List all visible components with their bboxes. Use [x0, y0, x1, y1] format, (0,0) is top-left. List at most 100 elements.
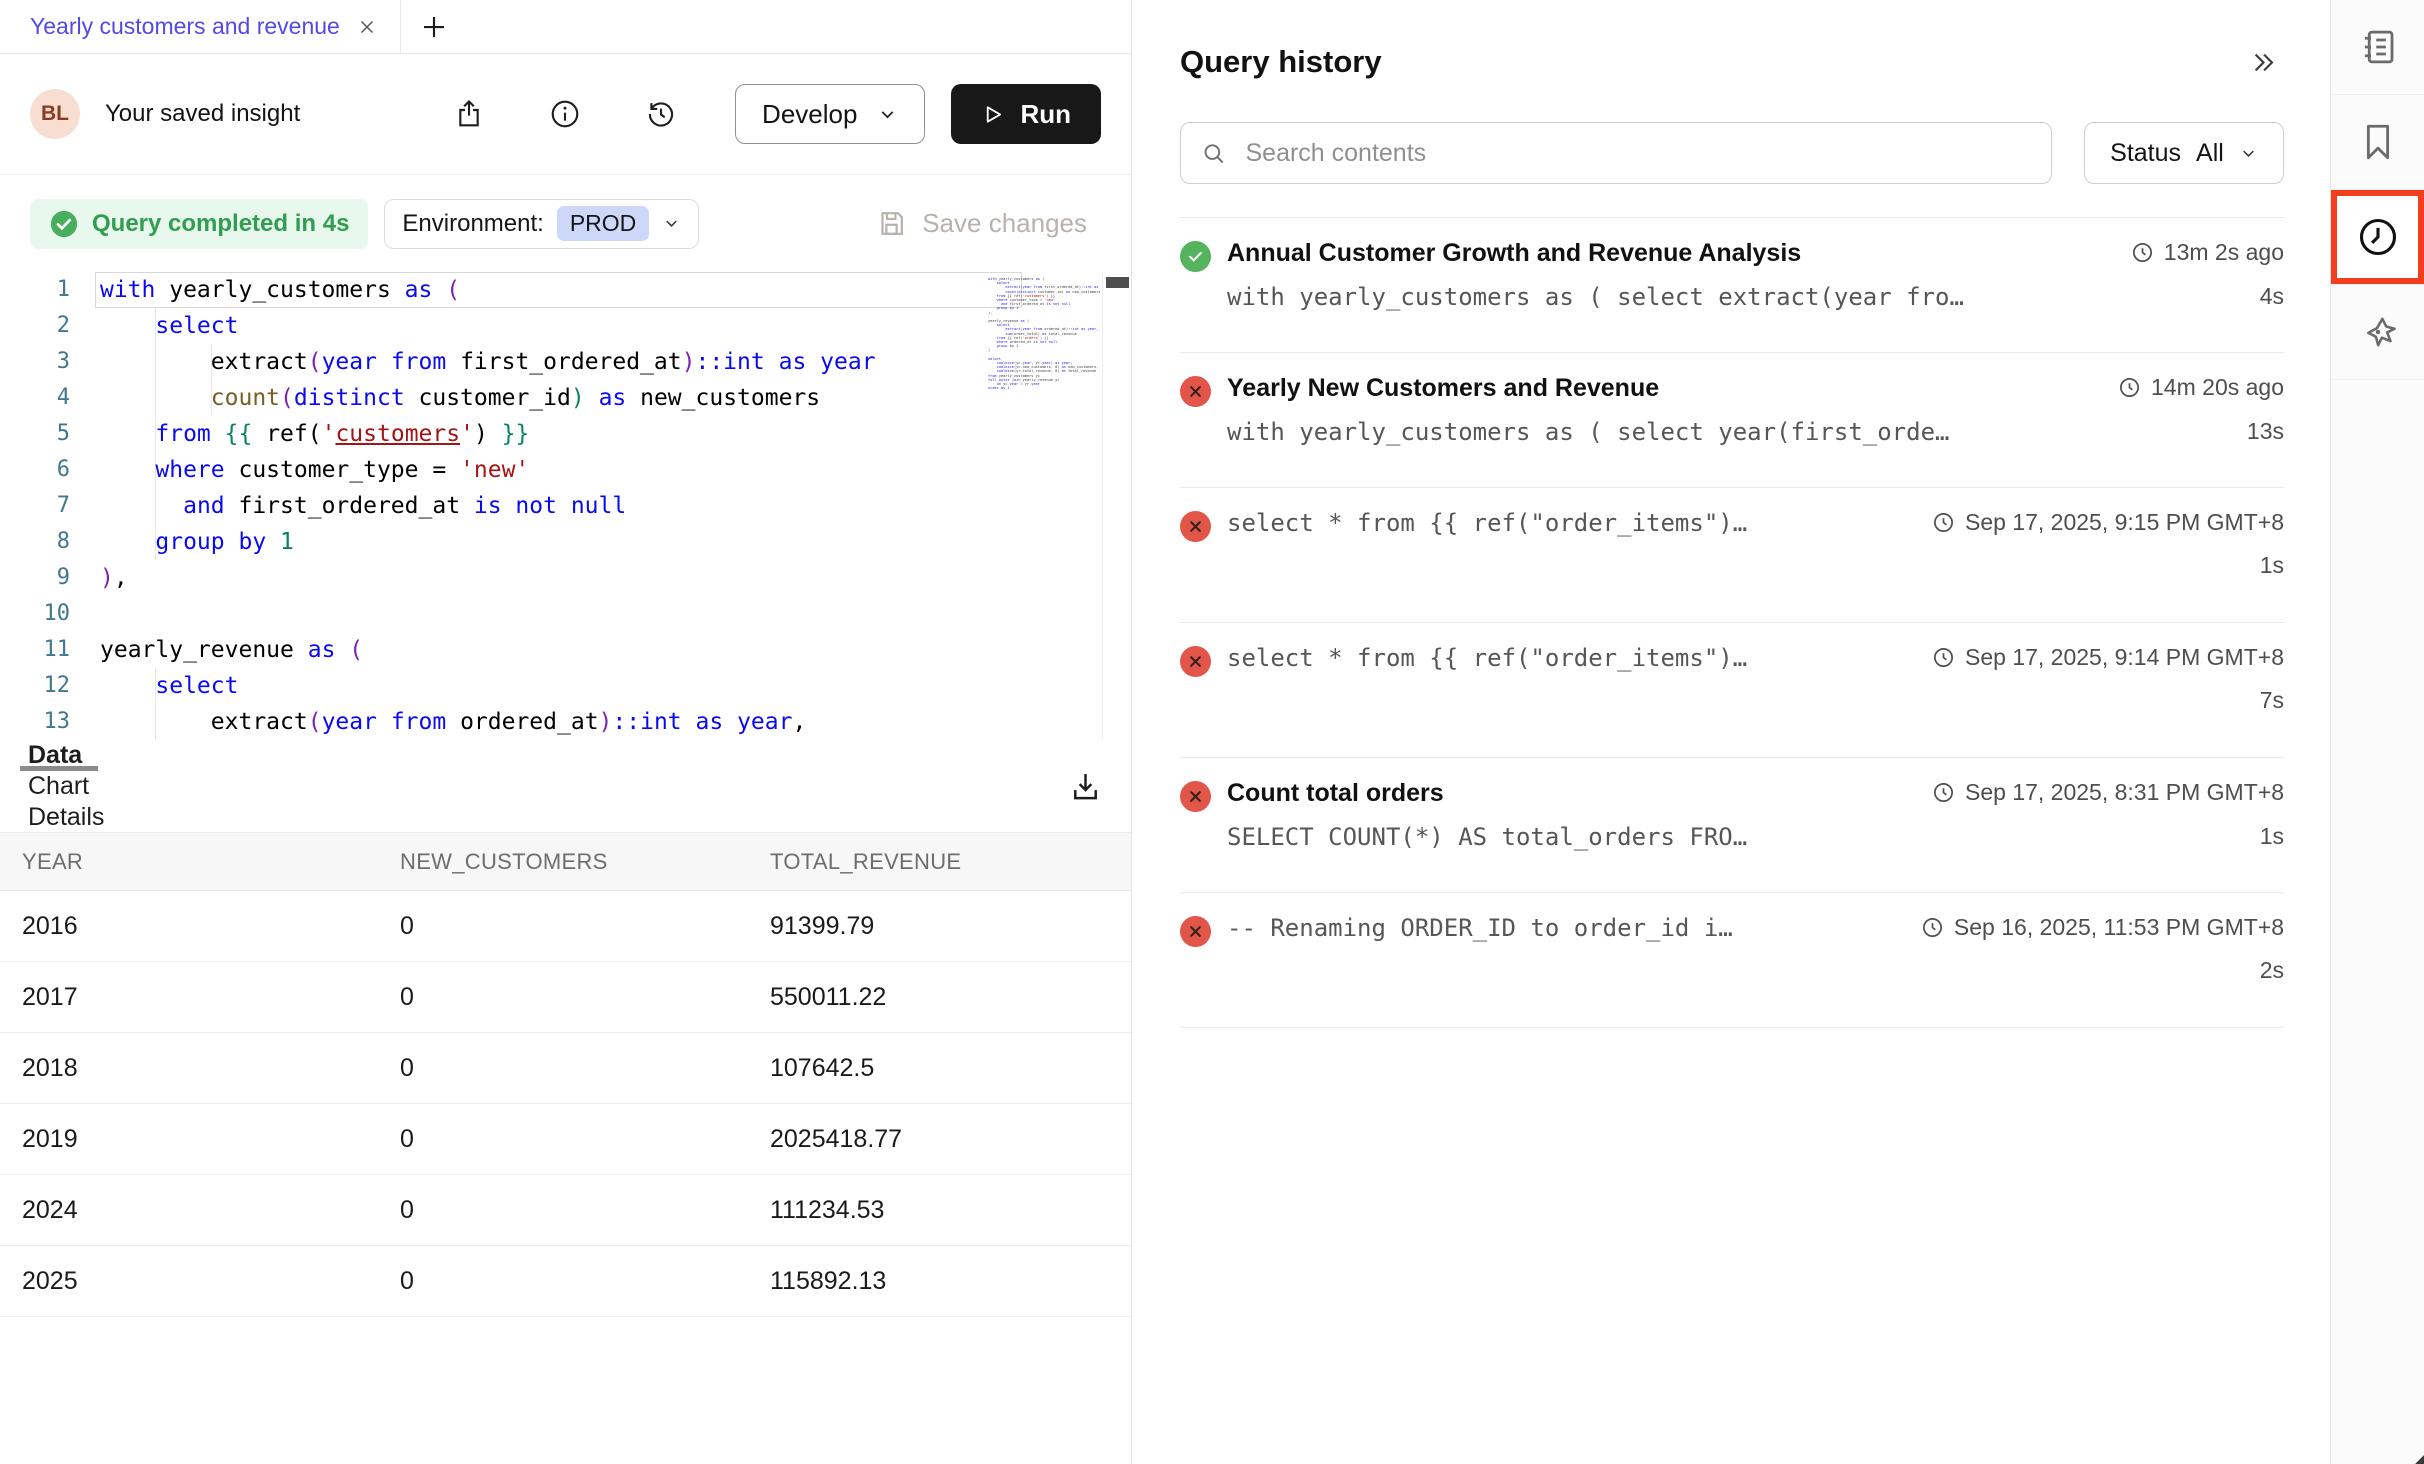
- history-item-title: select * from {{ ref("order_items")…: [1227, 509, 1747, 537]
- develop-button[interactable]: Develop: [735, 84, 925, 144]
- history-item-query-preview: with yearly_customers as ( select extrac…: [1227, 283, 1964, 311]
- results-tab-details[interactable]: Details: [22, 802, 110, 833]
- editor-minimap[interactable]: with yearly_customers as ( select extrac…: [988, 277, 1100, 390]
- scrollbar-handle[interactable]: [1106, 277, 1129, 288]
- environment-select[interactable]: Environment: PROD: [384, 199, 699, 249]
- results-tab-bar: DataChartDetails: [0, 740, 1131, 832]
- check-circle-icon: [49, 209, 79, 239]
- query-history-panel-button[interactable]: [2331, 190, 2424, 285]
- environment-value: PROD: [557, 206, 649, 241]
- table-row[interactable]: 20250115892.13: [0, 1246, 1131, 1317]
- query-history-item[interactable]: Count total ordersSep 17, 2025, 8:31 PM …: [1180, 757, 2284, 892]
- table-row[interactable]: 201902025418.77: [0, 1104, 1131, 1175]
- sql-code-editor[interactable]: 1with yearly_customers as (2 select3 ext…: [0, 272, 1131, 740]
- column-header[interactable]: NEW_CUSTOMERS: [400, 849, 770, 875]
- editor-scrollbar[interactable]: [1102, 272, 1132, 740]
- code-text: count(distinct customer_id) as new_custo…: [100, 380, 820, 416]
- code-line[interactable]: 7 and first_ordered_at is not null: [0, 488, 1131, 524]
- run-button[interactable]: Run: [951, 84, 1101, 144]
- history-item-time: Sep 17, 2025, 9:14 PM GMT+8: [1910, 644, 2284, 671]
- error-status-icon: [1180, 511, 1211, 542]
- column-header[interactable]: YEAR: [22, 849, 400, 875]
- results-table-body: 2016091399.7920170550011.2220180107642.5…: [0, 891, 1131, 1317]
- table-cell: 2016: [22, 912, 400, 941]
- bookmarks-panel-button[interactable]: [2331, 95, 2424, 190]
- history-item-title-row: Yearly New Customers and Revenue14m 20s …: [1227, 374, 2284, 403]
- save-icon: [876, 208, 907, 239]
- history-item-title-row: Annual Customer Growth and Revenue Analy…: [1227, 239, 2284, 268]
- code-line[interactable]: 11yearly_revenue as (: [0, 632, 1131, 668]
- explore-panel-button[interactable]: [2331, 285, 2424, 380]
- search-box[interactable]: [1180, 122, 2052, 184]
- info-button[interactable]: [543, 92, 587, 136]
- table-row[interactable]: 20240111234.53: [0, 1175, 1131, 1246]
- code-line[interactable]: 5 from {{ ref('customers') }}: [0, 416, 1131, 452]
- tab-label: Yearly customers and revenue: [30, 13, 340, 40]
- clock-icon: [2118, 376, 2141, 399]
- clock-icon: [1932, 646, 1955, 669]
- code-line[interactable]: 3 extract(year from first_ordered_at)::i…: [0, 344, 1131, 380]
- search-input[interactable]: [1243, 138, 2031, 169]
- table-row[interactable]: 20170550011.22: [0, 962, 1131, 1033]
- run-label: Run: [1020, 99, 1071, 130]
- tab-yearly-customers-and-revenue[interactable]: Yearly customers and revenue: [0, 0, 400, 53]
- close-icon[interactable]: [356, 16, 378, 38]
- line-number: 13: [0, 704, 100, 740]
- table-cell: 2025418.77: [770, 1125, 1131, 1154]
- query-history-item[interactable]: select * from {{ ref("order_items")… Sep …: [1180, 487, 2284, 622]
- table-row[interactable]: 20180107642.5: [0, 1033, 1131, 1104]
- code-lines: 1with yearly_customers as (2 select3 ext…: [0, 272, 1131, 740]
- history-item-time: Sep 17, 2025, 9:15 PM GMT+8: [1910, 509, 2284, 536]
- share-button[interactable]: [447, 92, 491, 136]
- code-text: where customer_type = 'new': [100, 452, 529, 488]
- table-row[interactable]: 2016091399.79: [0, 891, 1131, 962]
- code-line[interactable]: 10: [0, 596, 1131, 632]
- compass-icon: [2357, 311, 2399, 353]
- code-line[interactable]: 12 select: [0, 668, 1131, 704]
- play-icon: [981, 103, 1004, 126]
- bookmark-icon: [2357, 121, 2399, 163]
- insight-header: BL Your saved insight Develop Run: [0, 54, 1131, 175]
- column-header[interactable]: TOTAL_REVENUE: [770, 849, 1131, 875]
- code-line[interactable]: 2 select: [0, 308, 1131, 344]
- results-tab-data[interactable]: Data: [22, 740, 88, 771]
- status-filter-label: Status: [2110, 139, 2181, 168]
- query-status-row: Query completed in 4s Environment: PROD …: [0, 175, 1131, 272]
- code-line[interactable]: 6 where customer_type = 'new': [0, 452, 1131, 488]
- avatar: BL: [30, 89, 80, 139]
- history-item-query-preview: with yearly_customers as ( select year(f…: [1227, 418, 1949, 446]
- chevron-down-icon: [662, 214, 681, 233]
- query-history-item[interactable]: Annual Customer Growth and Revenue Analy…: [1180, 217, 2284, 352]
- code-line[interactable]: 1with yearly_customers as (: [0, 272, 1131, 308]
- code-text: yearly_revenue as (: [100, 632, 363, 668]
- code-text: and first_ordered_at is not null: [100, 488, 626, 524]
- line-number: 10: [0, 596, 100, 632]
- results-tab-chart[interactable]: Chart: [22, 771, 95, 802]
- code-line[interactable]: 9),: [0, 560, 1131, 596]
- download-results-button[interactable]: [1062, 768, 1109, 805]
- save-changes-button[interactable]: Save changes: [870, 207, 1093, 240]
- query-history-controls: Status All: [1180, 122, 2284, 184]
- save-changes-label: Save changes: [922, 208, 1087, 239]
- version-history-button[interactable]: [639, 92, 683, 136]
- code-line[interactable]: 8 group by 1: [0, 524, 1131, 560]
- query-history-item[interactable]: -- Renaming ORDER_ID to order_id i…Sep 1…: [1180, 892, 2284, 1027]
- collapse-panel-button[interactable]: [2243, 47, 2284, 78]
- minimap-code: with yearly_customers as ( select extrac…: [988, 277, 1100, 390]
- clock-icon: [2356, 215, 2400, 259]
- notebook-panel-button[interactable]: [2331, 0, 2424, 95]
- code-line[interactable]: 4 count(distinct customer_id) as new_cus…: [0, 380, 1131, 416]
- develop-label: Develop: [762, 99, 857, 130]
- code-line[interactable]: 13 extract(year from ordered_at)::int as…: [0, 704, 1131, 740]
- clock-icon: [1932, 511, 1955, 534]
- line-number: 12: [0, 668, 100, 704]
- line-number: 4: [0, 380, 100, 416]
- resize-corner[interactable]: [2411, 1451, 2424, 1464]
- history-item-title-row: -- Renaming ORDER_ID to order_id i…Sep 1…: [1227, 914, 2284, 942]
- query-history-item[interactable]: select * from {{ ref("order_items")…Sep …: [1180, 622, 2284, 757]
- query-history-item[interactable]: Yearly New Customers and Revenue14m 20s …: [1180, 352, 2284, 487]
- status-filter-dropdown[interactable]: Status All: [2084, 122, 2284, 184]
- environment-label: Environment:: [402, 210, 543, 238]
- table-cell: 0: [400, 1054, 770, 1083]
- new-tab-button[interactable]: [401, 0, 467, 53]
